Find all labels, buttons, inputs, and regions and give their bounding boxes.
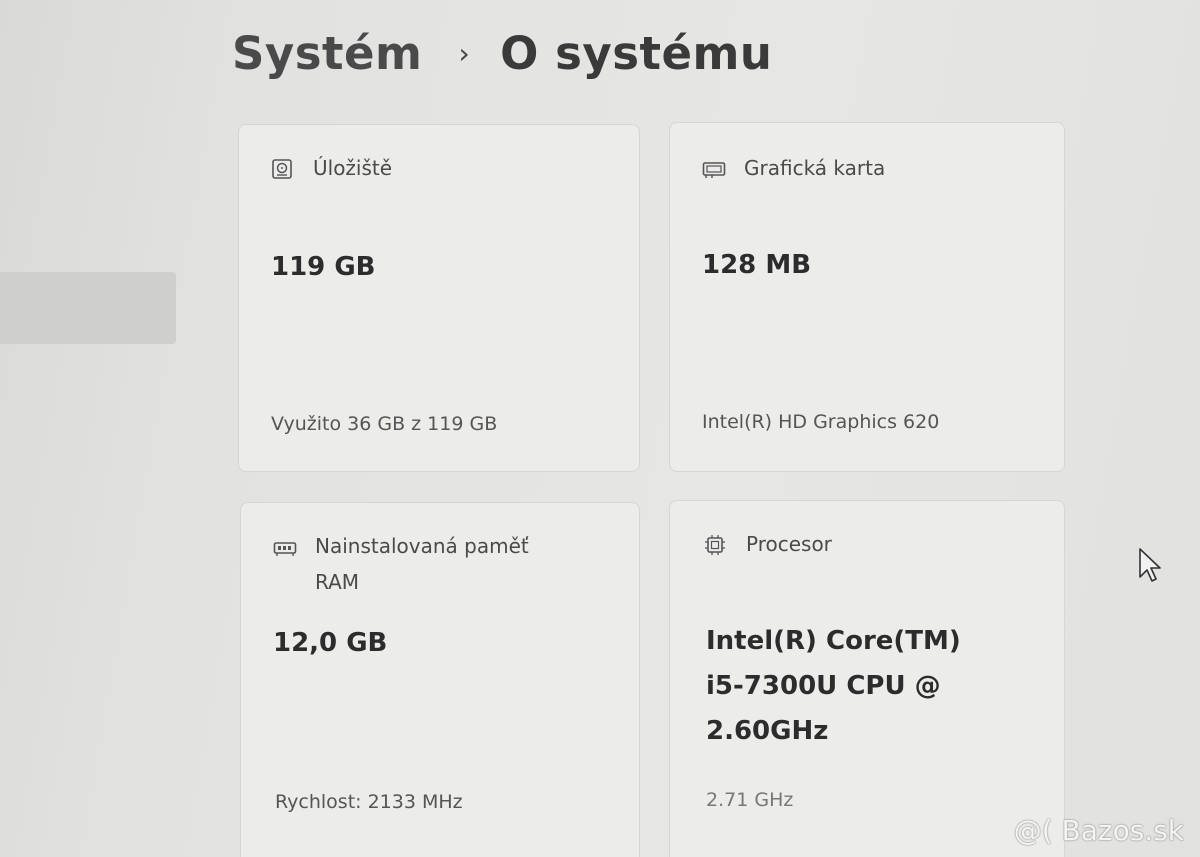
storage-detail: Využito 36 GB z 119 GB (271, 413, 498, 435)
breadcrumb: Systém › O systému (232, 18, 772, 88)
processor-value-line1: Intel(R) Core(TM) (706, 626, 961, 656)
processor-detail: 2.71 GHz (706, 789, 794, 811)
ram-title-line1: Nainstalovaná paměť (315, 534, 529, 558)
processor-card[interactable]: Procesor Intel(R) Core(TM) i5-7300U CPU … (669, 500, 1065, 857)
storage-card[interactable]: Úložiště 119 GB Využito 36 GB z 119 GB (238, 124, 640, 472)
processor-value-line2: i5-7300U CPU @ (706, 671, 941, 701)
processor-value-line3: 2.60GHz (706, 716, 829, 746)
ram-detail: Rychlost: 2133 MHz (275, 791, 463, 813)
memory-icon (273, 536, 297, 556)
sidebar-selected-item[interactable] (0, 272, 176, 344)
breadcrumb-parent-system[interactable]: Systém (232, 27, 422, 80)
ram-value: 12,0 GB (273, 628, 388, 658)
graphics-card-icon (702, 158, 726, 178)
graphics-card-value: 128 MB (702, 250, 812, 280)
page-title: O systému (500, 26, 773, 80)
ram-card[interactable]: Nainstalovaná paměť RAM 12,0 GB Rychlost… (240, 502, 640, 857)
graphics-card-detail: Intel(R) HD Graphics 620 (702, 411, 940, 433)
ram-title-line2: RAM (315, 570, 360, 594)
storage-icon (271, 158, 295, 179)
processor-value: Intel(R) Core(TM) i5-7300U CPU @ 2.60GHz (706, 619, 961, 754)
graphics-card-title: Grafická karta (744, 156, 886, 180)
processor-icon (704, 534, 728, 555)
mouse-pointer-icon (1138, 547, 1164, 589)
chevron-right-icon: › (458, 36, 471, 70)
processor-title: Procesor (746, 532, 832, 556)
watermark-logo: @( Bazos.sk (1013, 814, 1184, 847)
graphics-card[interactable]: Grafická karta 128 MB Intel(R) HD Graphi… (669, 122, 1065, 472)
storage-title: Úložiště (313, 156, 393, 180)
storage-value: 119 GB (271, 252, 376, 282)
